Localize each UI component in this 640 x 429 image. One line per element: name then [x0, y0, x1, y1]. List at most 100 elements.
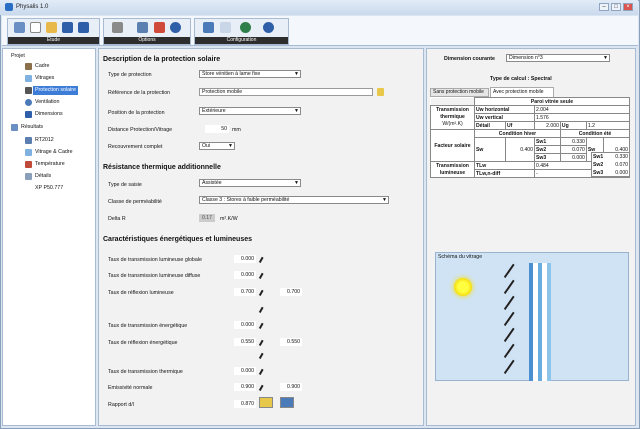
position-label: Position de la protection [108, 110, 165, 116]
edit-pencil-icon[interactable] [377, 88, 384, 96]
value-field-back[interactable]: 0.700 [280, 288, 302, 296]
sw-hiver-value: 0.400 [505, 137, 535, 162]
tlw-label: TLw [474, 161, 535, 170]
value-field[interactable]: 0.900 [234, 383, 256, 391]
uw-horizontal-label: Uw horizontal [474, 105, 535, 114]
row-label: Taux de transmission lumineuse globale [108, 257, 202, 263]
tree-item-xp-p50-777[interactable]: XP P50.777 [35, 184, 63, 193]
settings-icon[interactable] [220, 22, 231, 33]
ug-value: 1.2 [585, 121, 631, 130]
condition-ete-label: Condition été [559, 129, 631, 138]
glazing-frame-icon [25, 149, 32, 156]
open-folder-icon[interactable] [46, 22, 57, 33]
configuration-icon[interactable] [203, 22, 214, 33]
tree-item-vitrage-cadre[interactable]: Vitrage & Cadre [35, 148, 73, 157]
glass-pane [547, 263, 551, 381]
sw3-hiver-label: Sw3 [533, 153, 561, 162]
section-title-resistance: Résistance thermique additionnelle [103, 164, 221, 171]
tree-item-resultats[interactable]: Résultats [21, 123, 43, 132]
frame-icon [25, 63, 32, 70]
help-icon[interactable] [170, 22, 181, 33]
rt2012-icon [25, 137, 32, 144]
uw-horizontal-value: 2.004 [533, 105, 631, 114]
tree-item-details[interactable]: Détails [35, 172, 51, 181]
tree-item-temperature[interactable]: Température [35, 160, 65, 169]
tab-avec-protection[interactable]: Avec protection mobile [490, 87, 554, 97]
window-title: Physalis 1.0 [16, 4, 49, 10]
chevron-down-icon: ▼ [382, 197, 387, 203]
tree-item-protection-solaire[interactable]: Protection solaire [33, 86, 78, 95]
row-label: Taux de transmission thermique [108, 369, 183, 375]
save-icon[interactable] [62, 22, 73, 33]
report-icon[interactable] [154, 22, 165, 33]
saisie-select[interactable]: Assistée ▼ [199, 179, 301, 187]
reference-label: Référence de la protection [108, 90, 171, 96]
sw1-hiver-label: Sw1 [533, 137, 561, 146]
value-field-back[interactable]: 0.550 [280, 338, 302, 346]
info-icon[interactable] [263, 22, 274, 33]
uf-value: 2.000 [533, 121, 561, 130]
distance-input[interactable]: 50 [205, 125, 229, 133]
minimize-icon[interactable]: – [599, 3, 609, 11]
value-field[interactable]: 0.870 [234, 400, 256, 408]
maximize-icon[interactable]: □ [611, 3, 621, 11]
value-field[interactable]: 0.000 [234, 367, 256, 375]
print-icon[interactable] [112, 22, 123, 33]
recouvrement-select[interactable]: Oui ▼ [199, 142, 235, 150]
glazing-icon [25, 75, 32, 82]
results-icon [11, 124, 18, 131]
uf-label: Uf [505, 121, 535, 130]
delta-r-value: 0.17 [199, 214, 215, 222]
value-field[interactable]: 0.000 [234, 321, 256, 329]
detail-label: Détail [474, 121, 506, 130]
table-grid-icon[interactable] [280, 397, 294, 408]
row-label: Taux de réflexion lumineuse [108, 290, 174, 296]
tree-item-cadre[interactable]: Cadre [35, 62, 49, 71]
permeabilite-label: Classe de perméabilité [108, 199, 162, 205]
sw1-hiver-value: 0.330 [559, 137, 587, 146]
tree-item-rt2012[interactable]: RT2012 [35, 136, 54, 145]
close-icon[interactable]: × [623, 3, 633, 11]
value-field[interactable]: 0.000 [234, 271, 256, 279]
navigation-tree: Projet Cadre Vitrages Protection solaire… [2, 48, 96, 426]
position-select[interactable]: Extérieure ▼ [199, 107, 301, 115]
transmission-lumineuse-label: Transmission lumineuse [430, 161, 475, 178]
globe-icon[interactable] [240, 22, 251, 33]
condition-hiver-label: Condition hiver [474, 129, 561, 138]
calc-type: Type de calcul : Spectral [490, 76, 552, 82]
row-label: Taux de transmission énergétique [108, 323, 188, 329]
toolbar-group-label: Etude [8, 37, 99, 44]
sw2-hiver-value: 0.070 [559, 145, 587, 154]
blind-profile-icon[interactable] [259, 397, 273, 408]
uw-vertical-label: Uw vertical [474, 113, 535, 122]
tree-item-vitrages[interactable]: Vitrages [35, 74, 54, 83]
permeabilite-select[interactable]: Classe 3 : Stores à faible perméabilité ▼ [199, 196, 389, 204]
toolbar: Etude Options Configuration [2, 16, 638, 46]
new-document-icon[interactable] [30, 22, 41, 33]
tab-sans-protection[interactable]: Sans protection mobile [430, 88, 489, 97]
distance-unit: mm [232, 127, 241, 133]
delta-r-unit: m².K/W [220, 216, 238, 222]
section-title-description: Description de la protection solaire [103, 56, 221, 63]
value-field-back[interactable]: 0.900 [280, 383, 302, 391]
value-field[interactable]: 0.000 [234, 255, 256, 263]
saisie-label: Type de saisie [108, 182, 142, 188]
value-field[interactable]: 0.550 [234, 338, 256, 346]
tree-item-projet[interactable]: Projet [11, 52, 25, 61]
sw3-hiver-value: 0.000 [559, 153, 587, 162]
sw-hiver-label: Sw [474, 137, 506, 162]
title-bar: Physalis 1.0 – □ × [0, 0, 638, 15]
chevron-down-icon: ▼ [228, 143, 233, 149]
new-study-icon[interactable] [14, 22, 25, 33]
details-icon [25, 173, 32, 180]
tree-item-ventilation[interactable]: Ventilation [35, 98, 59, 107]
export-icon[interactable] [137, 22, 148, 33]
save-as-icon[interactable] [78, 22, 89, 33]
facteur-solaire-label: Facteur solaire [430, 129, 475, 162]
row-label: Rapport d/l [108, 402, 134, 408]
dimension-select[interactable]: Dimension n°3 ▼ [506, 54, 610, 62]
reference-input[interactable]: Protection mobile [199, 88, 373, 96]
tree-item-dimensions[interactable]: Dimensions [35, 110, 63, 119]
type-protection-select[interactable]: Store vénitien à lame fixe ▼ [199, 70, 301, 78]
value-field[interactable]: 0.700 [234, 288, 256, 296]
